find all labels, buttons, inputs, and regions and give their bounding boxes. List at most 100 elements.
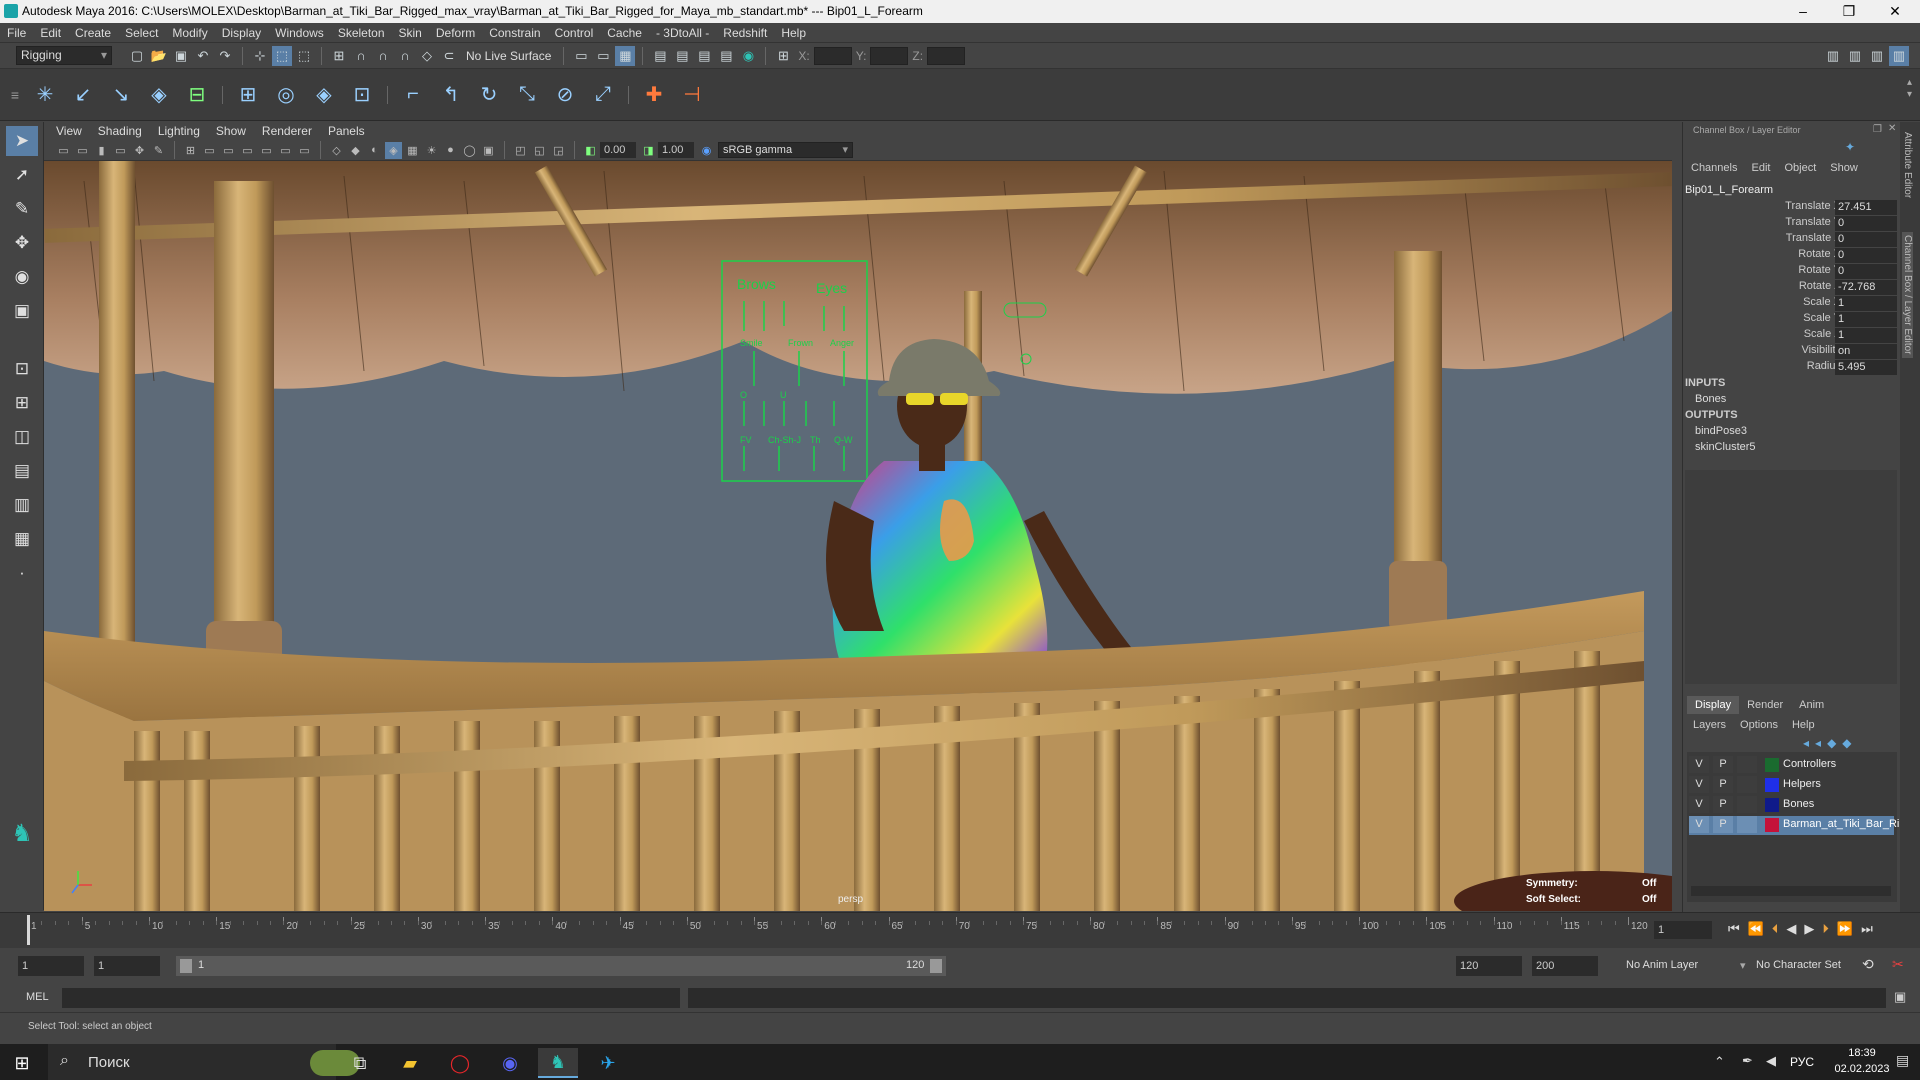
color-management-icon[interactable]: ◉ xyxy=(698,142,715,159)
snap-surface-icon[interactable]: ◇ xyxy=(417,46,437,66)
attr-row[interactable]: Translate Z0 xyxy=(1683,232,1901,248)
paint-select-icon[interactable]: ✎ xyxy=(6,194,38,224)
layer-playback-toggle[interactable]: P xyxy=(1713,776,1733,793)
vp-menu-view[interactable]: View xyxy=(48,122,90,140)
joint-tool-icon[interactable]: ✳ xyxy=(28,78,62,112)
keyframe-icon[interactable]: ✦ xyxy=(1845,140,1855,154)
aa-icon[interactable]: ▣ xyxy=(480,142,497,159)
attr-value[interactable]: 0 xyxy=(1835,248,1897,263)
lattice-icon[interactable]: ⊡ xyxy=(345,78,379,112)
snap-view-icon[interactable]: ∩ xyxy=(395,46,415,66)
snap-point-icon[interactable]: ∩ xyxy=(373,46,393,66)
layer-color-swatch[interactable] xyxy=(1765,758,1779,772)
grease-pencil-icon[interactable]: ✎ xyxy=(150,142,167,159)
locator-icon[interactable]: ✚ xyxy=(637,78,671,112)
snap-curve-icon[interactable]: ∩ xyxy=(351,46,371,66)
layer-visibility-toggle[interactable]: V xyxy=(1689,756,1709,773)
layout-outliner-icon[interactable]: ▤ xyxy=(6,456,38,486)
scale-tool-icon[interactable]: ▣ xyxy=(6,296,38,326)
menu-redshift[interactable]: Redshift xyxy=(716,23,774,43)
menu-select[interactable]: Select xyxy=(118,23,165,43)
volume-icon[interactable]: ◀ xyxy=(1766,1053,1776,1069)
layer-playback-toggle[interactable]: P xyxy=(1713,816,1733,833)
pen-icon[interactable]: ✒ xyxy=(1742,1053,1753,1069)
safe-title-icon[interactable]: ▭ xyxy=(296,142,313,159)
isolate-icon[interactable]: ◰ xyxy=(512,142,529,159)
film-gate-icon[interactable]: ▭ xyxy=(201,142,218,159)
select-object-icon[interactable]: ⬚ xyxy=(272,45,292,66)
modeling-toolkit-icon[interactable]: ▥ xyxy=(1823,46,1843,66)
layer-visibility-toggle[interactable]: V xyxy=(1689,796,1709,813)
taskbar-search[interactable]: ⌕ Поиск xyxy=(48,1044,360,1080)
gamma-icon[interactable]: ◨ xyxy=(640,142,657,159)
resolution-gate-icon[interactable]: ▭ xyxy=(220,142,237,159)
layout-hypershade-icon[interactable]: ▦ xyxy=(6,524,38,554)
playback-end-field[interactable]: 120 xyxy=(1456,956,1522,976)
redo-icon[interactable]: ↷ xyxy=(215,46,235,66)
file-explorer-icon[interactable]: ▰ xyxy=(390,1048,430,1078)
layer-playback-toggle[interactable]: P xyxy=(1713,796,1733,813)
float-panel-icon[interactable]: ❐ xyxy=(1873,124,1882,135)
close-button[interactable]: ✕ xyxy=(1872,0,1918,23)
lasso-tool-icon[interactable]: ➚ xyxy=(6,160,38,190)
ao-icon[interactable]: ◯ xyxy=(461,142,478,159)
attr-value[interactable]: 5.495 xyxy=(1835,360,1897,375)
transform-input-icon[interactable]: ⊞ xyxy=(773,46,793,66)
vp-menu-shading[interactable]: Shading xyxy=(90,122,150,140)
discord-icon[interactable]: ◉ xyxy=(490,1048,530,1078)
2d-pan-icon[interactable]: ✥ xyxy=(131,142,148,159)
layout-more-icon[interactable]: · xyxy=(6,558,38,588)
anim-prefs-icon[interactable]: ✂ xyxy=(1892,956,1904,973)
attr-value[interactable]: 1 xyxy=(1835,328,1897,343)
selected-node-name[interactable]: Bip01_L_Forearm xyxy=(1685,184,1773,196)
perspective-viewport[interactable]: Brows Eyes Smile Frown Anger O U FV Ch-S… xyxy=(44,161,1672,911)
vp-menu-panels[interactable]: Panels xyxy=(320,122,373,140)
constraint-scale-icon[interactable]: ⤡ xyxy=(510,78,544,112)
tab-attribute-editor[interactable]: Attribute Editor xyxy=(1902,132,1913,198)
menu-deform[interactable]: Deform xyxy=(429,23,482,43)
cb-menu-channels[interactable]: Channels xyxy=(1691,162,1737,174)
shadows-icon[interactable]: ● xyxy=(442,142,459,159)
tab-display[interactable]: Display xyxy=(1687,696,1740,714)
image-plane-icon[interactable]: ▭ xyxy=(112,142,129,159)
animation-end-field[interactable]: 200 xyxy=(1532,956,1598,976)
keyboard-language[interactable]: РУС xyxy=(1790,1055,1814,1069)
attr-row[interactable]: Translate X 27.451 xyxy=(1683,200,1901,216)
mel-input[interactable] xyxy=(62,988,680,1008)
layer-scrollbar[interactable] xyxy=(1691,886,1891,896)
layout-four-icon[interactable]: ⊞ xyxy=(6,388,38,418)
attr-value[interactable]: 0 xyxy=(1835,232,1897,247)
gate-mask-icon[interactable]: ▭ xyxy=(239,142,256,159)
move-layer-up-icon[interactable]: ◂ xyxy=(1803,736,1809,750)
attr-row[interactable]: Scale Z1 xyxy=(1683,328,1901,344)
menu-windows[interactable]: Windows xyxy=(268,23,331,43)
cb-menu-show[interactable]: Show xyxy=(1830,162,1858,174)
layer-menu-options[interactable]: Options xyxy=(1740,719,1778,731)
colorspace-dropdown[interactable]: sRGB gamma ▾ xyxy=(718,142,853,158)
animation-start-field[interactable]: 1 xyxy=(18,956,84,976)
character-set-dropdown[interactable]: No Character Set xyxy=(1756,959,1841,971)
save-scene-icon[interactable]: ▣ xyxy=(171,46,191,66)
textured-icon[interactable]: ▦ xyxy=(404,142,421,159)
select-component-icon[interactable]: ⬚ xyxy=(294,46,314,66)
constraint-orient-icon[interactable]: ↻ xyxy=(472,78,506,112)
tab-render[interactable]: Render xyxy=(1739,696,1791,714)
bind-skin-icon[interactable]: ⊞ xyxy=(231,78,265,112)
lights-icon[interactable]: ☀ xyxy=(423,142,440,159)
render-settings-icon[interactable]: ▤ xyxy=(716,46,736,66)
menu-3dtoall[interactable]: - 3DtoAll - xyxy=(649,23,716,43)
new-layer-icon[interactable]: ◆ xyxy=(1827,736,1836,750)
layout-single-icon[interactable]: ⊡ xyxy=(6,354,38,384)
vp-menu-renderer[interactable]: Renderer xyxy=(254,122,320,140)
vp-menu-show[interactable]: Show xyxy=(208,122,254,140)
attr-value[interactable]: on xyxy=(1835,344,1897,359)
cluster-icon[interactable]: ⊣ xyxy=(675,78,709,112)
insert-joint-icon[interactable]: ◈ xyxy=(142,78,176,112)
go-to-start-icon[interactable]: ⏮ xyxy=(1728,921,1740,937)
menu-constrain[interactable]: Constrain xyxy=(482,23,547,43)
xray-active-icon[interactable]: ◲ xyxy=(550,142,567,159)
tool-settings-icon[interactable]: ▥ xyxy=(1867,46,1887,66)
layer-color-swatch[interactable] xyxy=(1765,798,1779,812)
layer-display-type[interactable] xyxy=(1737,776,1757,793)
attr-row[interactable]: Rotate Y0 xyxy=(1683,264,1901,280)
